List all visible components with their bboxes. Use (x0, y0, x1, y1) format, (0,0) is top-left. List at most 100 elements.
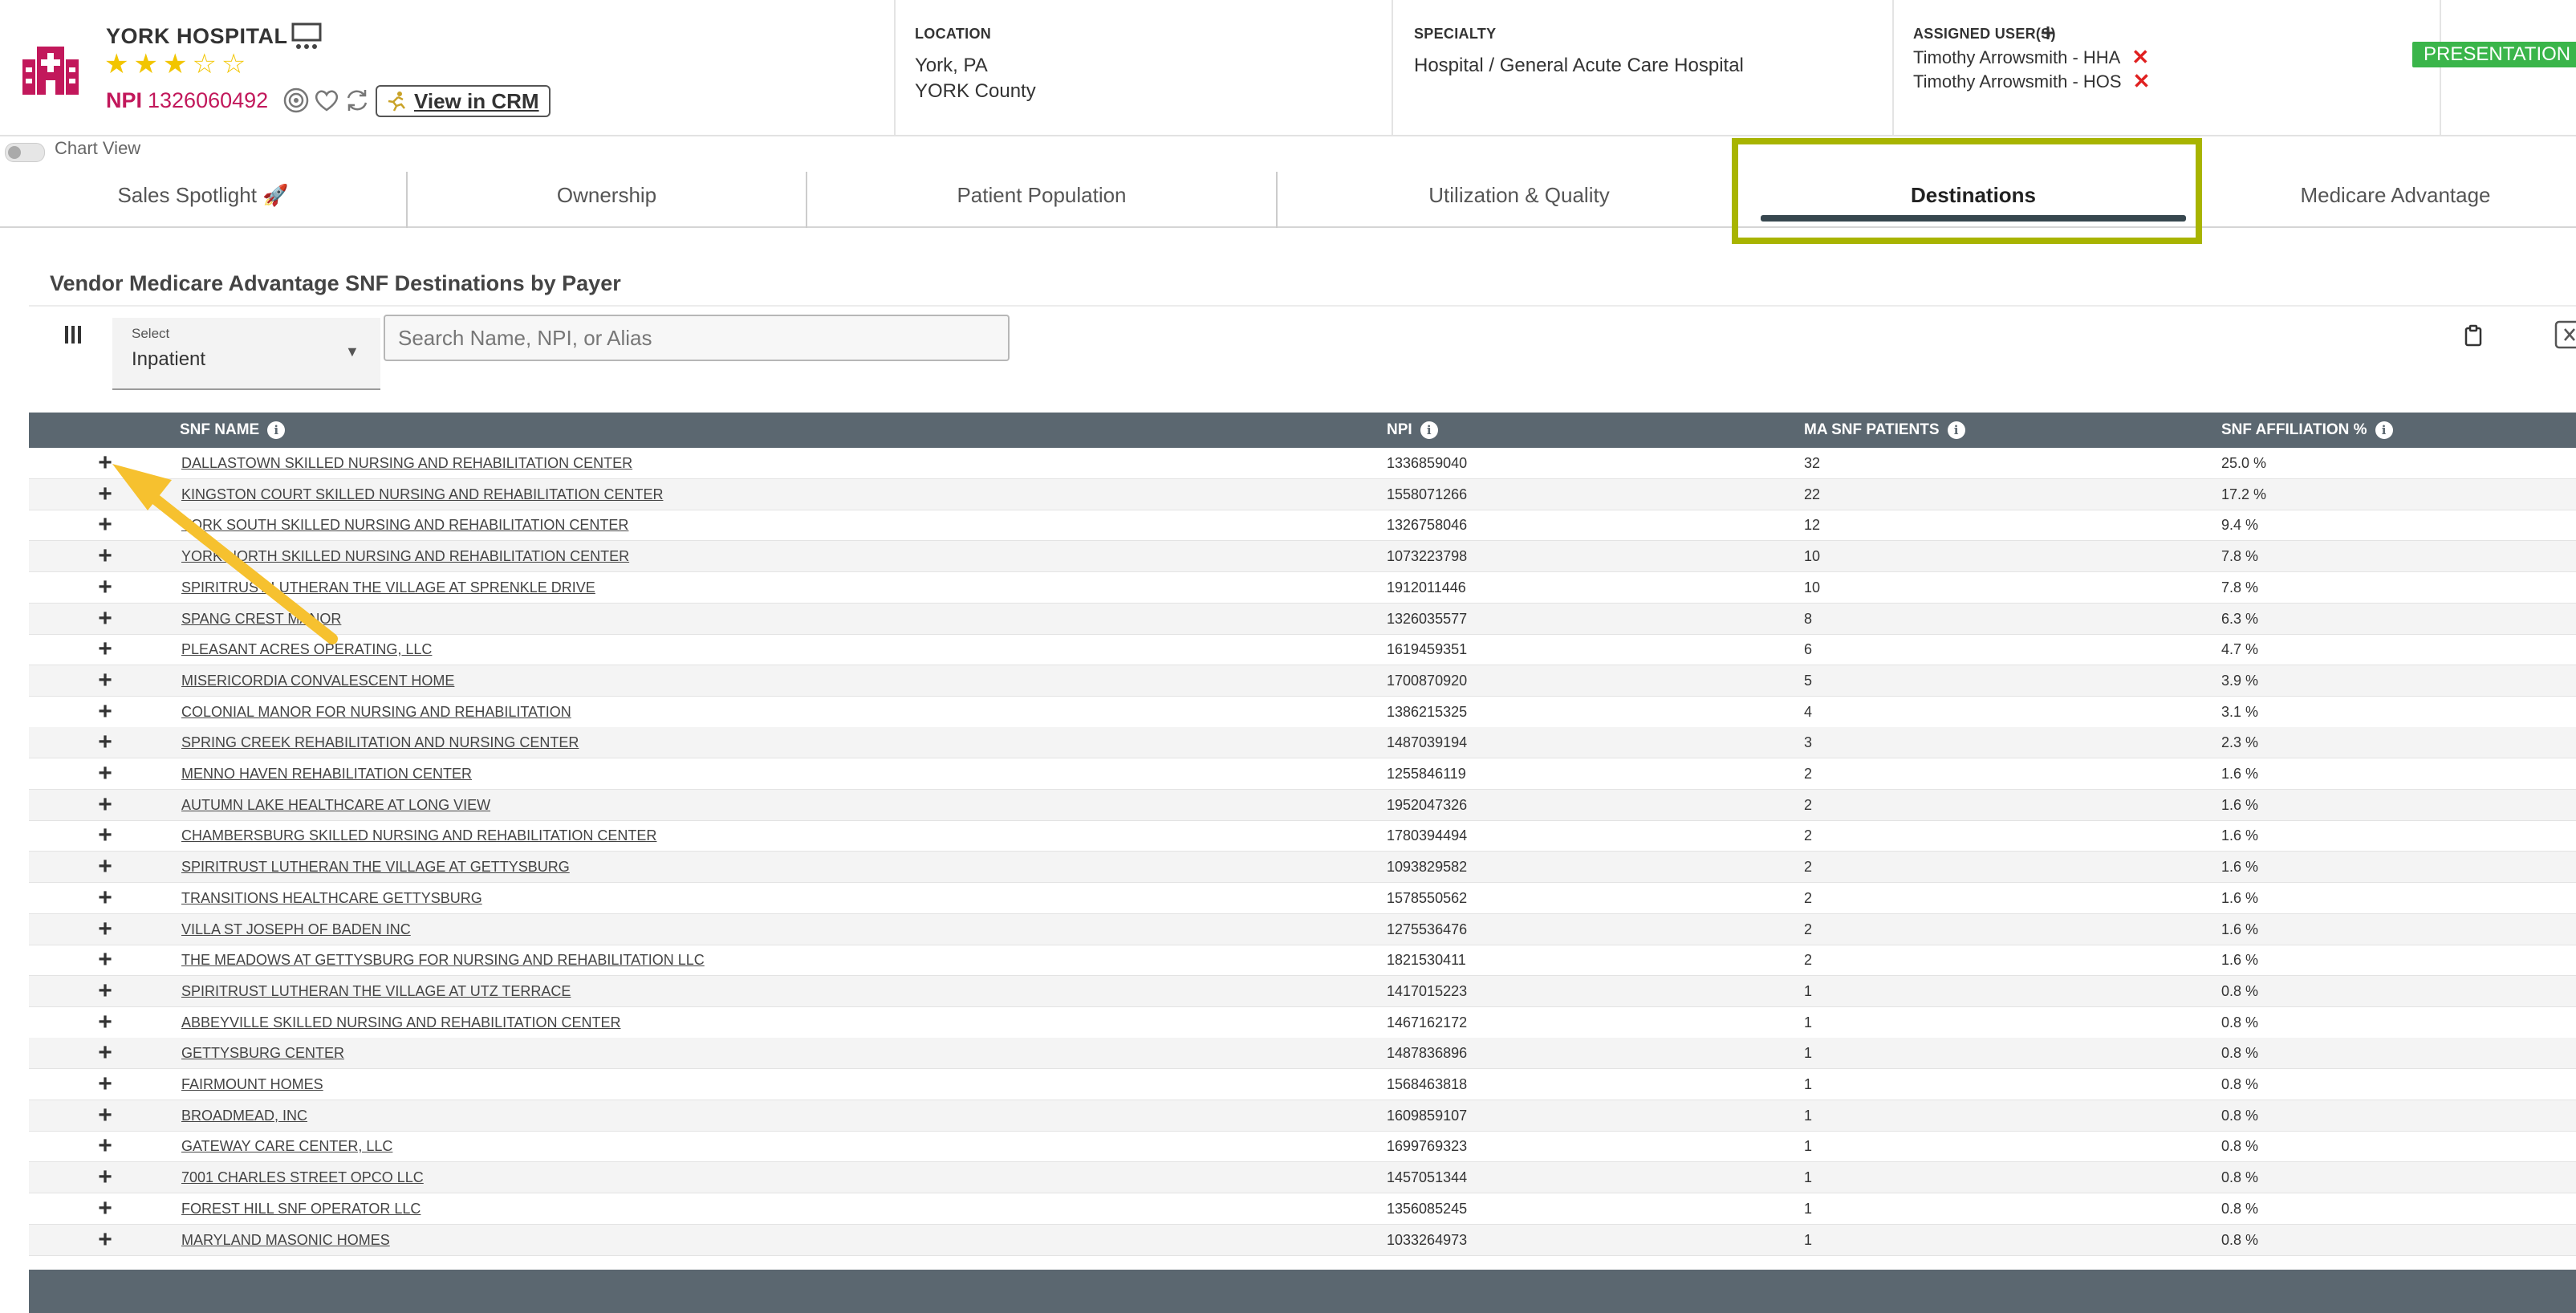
snf-name-link[interactable]: CHAMBERSBURG SKILLED NURSING AND REHABIL… (181, 820, 656, 851)
columns-icon[interactable] (63, 324, 83, 345)
plus-icon[interactable]: + (91, 541, 119, 571)
table-row: + VILLA ST JOSEPH OF BADEN INC 1275536476 2… (29, 913, 2576, 945)
snf-name-link[interactable]: GETTYSBURG CENTER (181, 1038, 344, 1068)
snf-name-link[interactable]: SPANG CREST MANOR (181, 604, 341, 634)
tab-sales-spotlight[interactable]: Sales Spotlight 🚀 (0, 165, 406, 225)
snf-name-link[interactable]: COLONIAL MANOR FOR NURSING AND REHABILIT… (181, 697, 571, 727)
search-input[interactable] (384, 315, 1010, 361)
snf-name-link[interactable]: BROADMEAD, INC (181, 1100, 307, 1131)
snf-name-link[interactable]: 7001 CHARLES STREET OPCO LLC (181, 1162, 424, 1193)
table-row: + GETTYSBURG CENTER 1487836896 1 0.8 % (29, 1038, 2576, 1070)
plus-icon[interactable]: + (91, 634, 119, 665)
snf-name-link[interactable]: YORK SOUTH SKILLED NURSING AND REHABILIT… (181, 510, 628, 540)
add-icon[interactable] (2040, 25, 2056, 41)
plus-icon[interactable]: + (91, 852, 119, 882)
excel-export-icon[interactable] (2554, 319, 2576, 350)
plus-icon[interactable]: + (91, 604, 119, 634)
snf-name-link[interactable]: VILLA ST JOSEPH OF BADEN INC (181, 914, 411, 945)
snf-affiliation-cell: 0.8 % (2221, 1231, 2259, 1248)
snf-name-link[interactable]: SPIRITRUST LUTHERAN THE VILLAGE AT SPREN… (181, 572, 595, 603)
plus-icon[interactable]: + (91, 1038, 119, 1068)
assigned-user-name: Timothy Arrowsmith - HHA (1913, 47, 2121, 67)
info-icon[interactable]: i (2375, 421, 2393, 439)
snf-name-link[interactable]: YORK NORTH SKILLED NURSING AND REHABILIT… (181, 541, 629, 571)
column-header-snf-name[interactable]: SNF NAME i (180, 413, 286, 448)
snf-name-link[interactable]: THE MEADOWS AT GETTYSBURG FOR NURSING AN… (181, 945, 705, 975)
snf-name-link[interactable]: SPIRITRUST LUTHERAN THE VILLAGE AT UTZ T… (181, 976, 571, 1006)
view-in-crm-button[interactable]: View in CRM (376, 85, 551, 117)
clipboard-icon[interactable] (2464, 324, 2483, 347)
column-header-ma-snf-patients[interactable]: MA SNF PATIENTS i (1804, 413, 1965, 448)
plus-icon[interactable]: + (91, 1162, 119, 1193)
close-icon[interactable]: ✕ (2131, 45, 2149, 70)
header-divider (894, 0, 896, 135)
heart-icon[interactable] (313, 87, 340, 114)
tab-medicare-advantage[interactable]: Medicare Advantage (2215, 165, 2576, 225)
close-icon[interactable]: ✕ (2133, 69, 2151, 94)
plus-icon[interactable]: + (91, 510, 119, 540)
plus-icon[interactable]: + (91, 820, 119, 851)
snf-name-link[interactable]: SPIRITRUST LUTHERAN THE VILLAGE AT GETTY… (181, 852, 570, 882)
plus-icon[interactable]: + (91, 1193, 119, 1224)
plus-icon[interactable]: + (91, 572, 119, 603)
tab-patient-population[interactable]: Patient Population (807, 165, 1276, 225)
info-icon[interactable]: i (267, 421, 286, 439)
snf-name-link[interactable]: ABBEYVILLE SKILLED NURSING AND REHABILIT… (181, 1007, 620, 1038)
snf-name-link[interactable]: MARYLAND MASONIC HOMES (181, 1225, 390, 1255)
snf-name-link[interactable]: DALLASTOWN SKILLED NURSING AND REHABILIT… (181, 448, 632, 478)
plus-icon[interactable]: + (91, 1131, 119, 1161)
npi-label: NPI (106, 88, 143, 112)
table-row: + SPANG CREST MANOR 1326035577 8 6.3 % (29, 603, 2576, 635)
plus-icon[interactable]: + (91, 758, 119, 789)
chevron-down-icon: ▼ (345, 343, 360, 360)
plus-icon[interactable]: + (91, 1007, 119, 1038)
plus-icon[interactable]: + (91, 790, 119, 820)
table-row: + SPIRITRUST LUTHERAN THE VILLAGE AT GETT… (29, 852, 2576, 884)
tab-ownership[interactable]: Ownership (408, 165, 806, 225)
status-badge: PRESENTATION (2412, 42, 2576, 67)
plus-icon[interactable]: + (91, 976, 119, 1006)
plus-icon[interactable]: + (91, 883, 119, 913)
plus-icon[interactable]: + (91, 697, 119, 727)
npi-cell: 1619459351 (1387, 641, 1468, 658)
plus-icon[interactable]: + (91, 727, 119, 758)
plus-icon[interactable]: + (91, 1069, 119, 1100)
table-row: + AUTUMN LAKE HEALTHCARE AT LONG VIEW 1952… (29, 789, 2576, 821)
ma-snf-patients-cell: 1 (1804, 982, 1813, 999)
highlight-box (1732, 138, 2202, 244)
snf-name-link[interactable]: TRANSITIONS HEALTHCARE GETTYSBURG (181, 883, 482, 913)
snf-name-link[interactable]: KINGSTON COURT SKILLED NURSING AND REHAB… (181, 479, 663, 510)
snf-name-link[interactable]: GATEWAY CARE CENTER, LLC (181, 1131, 392, 1161)
section-title: Vendor Medicare Advantage SNF Destinatio… (50, 271, 621, 295)
presentation-icon[interactable] (291, 22, 323, 51)
plus-icon[interactable]: + (91, 448, 119, 478)
target-icon[interactable] (282, 87, 310, 114)
plus-icon[interactable]: + (91, 665, 119, 696)
info-icon[interactable]: i (1947, 421, 1965, 439)
table-row: + YORK SOUTH SKILLED NURSING AND REHABILI… (29, 510, 2576, 542)
snf-name-link[interactable]: MISERICORDIA CONVALESCENT HOME (181, 665, 454, 696)
snf-name-link[interactable]: AUTUMN LAKE HEALTHCARE AT LONG VIEW (181, 790, 490, 820)
ma-snf-patients-cell: 2 (1804, 859, 1813, 876)
info-icon[interactable]: i (1420, 421, 1438, 439)
sync-icon[interactable] (343, 87, 371, 114)
column-header-snf-affiliation[interactable]: SNF AFFILIATION % i (2221, 413, 2393, 448)
snf-name-link[interactable]: MENNO HAVEN REHABILITATION CENTER (181, 758, 472, 789)
snf-name-link[interactable]: FOREST HILL SNF OPERATOR LLC (181, 1193, 421, 1224)
snf-name-link[interactable]: SPRING CREEK REHABILITATION AND NURSING … (181, 727, 579, 758)
ma-snf-patients-cell: 1 (1804, 1045, 1813, 1062)
snf-affiliation-cell: 7.8 % (2221, 579, 2259, 596)
npi-cell: 1255846119 (1387, 766, 1466, 782)
plus-icon[interactable]: + (91, 1100, 119, 1131)
snf-affiliation-cell: 1.6 % (2221, 859, 2259, 876)
table-row: + YORK NORTH SKILLED NURSING AND REHABILI… (29, 541, 2576, 573)
snf-name-link[interactable]: PLEASANT ACRES OPERATING, LLC (181, 634, 432, 665)
column-header-npi[interactable]: NPI i (1387, 413, 1438, 448)
snf-name-link[interactable]: FAIRMOUNT HOMES (181, 1069, 323, 1100)
plus-icon[interactable]: + (91, 479, 119, 510)
tab-utilization-quality[interactable]: Utilization & Quality (1278, 165, 1761, 225)
plus-icon[interactable]: + (91, 1225, 119, 1255)
ma-snf-patients-cell: 2 (1804, 796, 1813, 813)
plus-icon[interactable]: + (91, 945, 119, 975)
plus-icon[interactable]: + (91, 914, 119, 945)
